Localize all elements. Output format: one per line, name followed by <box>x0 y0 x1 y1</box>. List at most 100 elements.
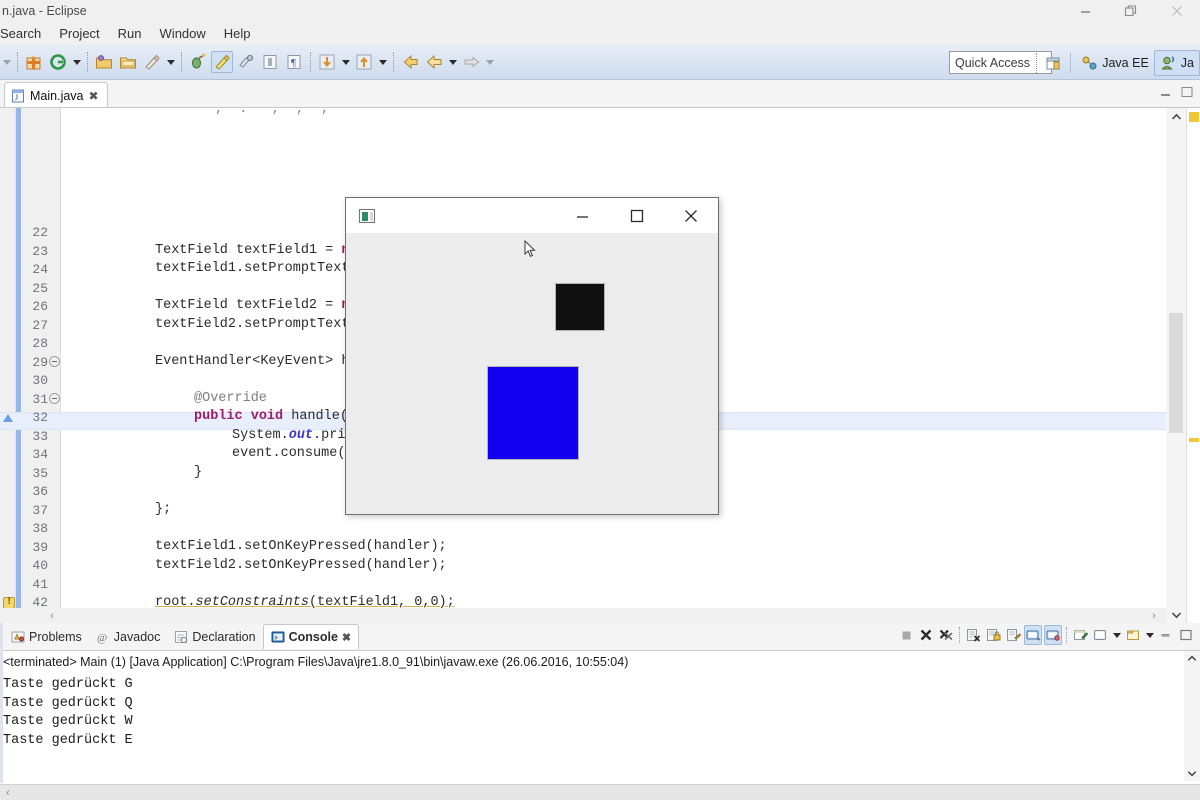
javafx-close-button[interactable] <box>664 198 718 233</box>
menu-item-project[interactable]: Project <box>50 24 108 43</box>
open-console-dropdown-arrow[interactable] <box>1143 625 1156 645</box>
clear-console-icon[interactable] <box>964 625 982 645</box>
tab-problems[interactable]: Problems <box>4 624 89 649</box>
editor-marker-column[interactable] <box>0 108 16 623</box>
next-annotation-icon[interactable] <box>316 51 338 73</box>
fold-marker-icon[interactable] <box>49 356 60 367</box>
scroll-left-icon[interactable]: ‹ <box>44 608 60 623</box>
run-icon[interactable] <box>211 51 233 73</box>
toolbar-overflow-arrow-right[interactable] <box>483 51 496 73</box>
editor-overview-ruler[interactable] <box>1186 108 1200 623</box>
eclipse-window: n.java - Eclipse Search Project Run Wind… <box>0 0 1200 800</box>
terminate-icon[interactable] <box>897 625 915 645</box>
remove-launch-icon[interactable] <box>917 625 935 645</box>
open-console-dropdown-icon[interactable] <box>1124 625 1142 645</box>
code-line: @Override <box>194 391 267 406</box>
pin-console-icon[interactable] <box>1004 625 1022 645</box>
scroll-lock-icon[interactable] <box>984 625 1002 645</box>
quickfix-marker-icon[interactable] <box>3 414 13 422</box>
javafx-minimize-button[interactable] <box>556 198 610 233</box>
perspective-java[interactable]: Ja <box>1153 50 1200 76</box>
scroll-down-icon[interactable] <box>1166 606 1186 623</box>
code-line: textField1.setOnKeyPressed(handler); <box>155 539 447 554</box>
code-line: } <box>194 465 203 480</box>
console-output-line: Taste gedrückt E <box>3 733 133 748</box>
back-dropdown-arrow[interactable] <box>446 51 459 73</box>
line-number: 32 <box>32 410 48 425</box>
menu-item-help[interactable]: Help <box>215 24 260 43</box>
javafx-text-field-1[interactable] <box>555 283 605 331</box>
save-all-icon[interactable] <box>117 51 139 73</box>
quick-fix-icon[interactable] <box>141 51 163 73</box>
back-icon[interactable] <box>399 51 421 73</box>
javafx-window-title-bar[interactable] <box>346 198 718 233</box>
editor-vertical-scrollbar[interactable] <box>1166 108 1186 623</box>
code-line-partial-top: , . , , ; <box>215 108 329 117</box>
new-wizard-icon[interactable] <box>23 51 45 73</box>
overview-warning-marker[interactable] <box>1189 112 1199 122</box>
code-line: textField2.setOnKeyPressed(handler); <box>155 558 447 573</box>
close-button[interactable] <box>1154 0 1200 22</box>
minimize-button[interactable] <box>1062 0 1108 22</box>
previous-annotation-dropdown-arrow[interactable] <box>376 51 389 73</box>
restore-button[interactable] <box>1108 0 1154 22</box>
run-external-tools-icon[interactable] <box>235 51 257 73</box>
debug-icon[interactable] <box>187 51 209 73</box>
java-file-icon: J <box>12 89 24 102</box>
scroll-up-icon[interactable] <box>1166 108 1186 125</box>
forward-nav-icon[interactable] <box>460 51 482 73</box>
menu-item-run[interactable]: Run <box>109 24 151 43</box>
save-icon[interactable] <box>93 51 115 73</box>
console-horizontal-scrollbar[interactable]: ‹ <box>0 784 1200 800</box>
editor-tab-strip: J Main.java ✖ <box>0 80 1200 108</box>
tab-javadoc[interactable]: @ Javadoc <box>89 624 168 649</box>
console-view-menu-arrow[interactable] <box>1110 625 1123 645</box>
overview-warning-marker[interactable] <box>1189 438 1199 442</box>
editor-tab-main-java[interactable]: J Main.java ✖ <box>4 82 108 108</box>
console-scroll-left-icon[interactable]: ‹ <box>6 785 10 800</box>
scroll-right-icon[interactable]: › <box>1146 608 1162 623</box>
show-whitespace-icon[interactable]: ¶ <box>283 51 305 73</box>
java-ee-perspective-icon <box>1082 56 1097 70</box>
toolbar-separator <box>87 52 88 72</box>
console-output-line: Taste gedrückt W <box>3 714 133 729</box>
console-view-menu-icon[interactable] <box>1091 625 1109 645</box>
remove-all-terminated-icon[interactable] <box>937 625 955 645</box>
tab-declaration[interactable]: Declaration <box>167 624 262 649</box>
line-number: 29 <box>32 355 48 370</box>
open-console-icon[interactable] <box>1044 625 1062 645</box>
previous-annotation-icon[interactable] <box>353 51 375 73</box>
forward-icon[interactable] <box>423 51 445 73</box>
console-vertical-scrollbar[interactable] <box>1184 651 1200 781</box>
toolbar-overflow-arrow-left[interactable] <box>0 51 13 73</box>
new-java-project-icon[interactable] <box>47 51 69 73</box>
minimize-view-icon[interactable] <box>1159 86 1173 98</box>
editor-scrollbar-thumb[interactable] <box>1169 313 1183 433</box>
perspective-java-ee[interactable]: Java EE <box>1076 50 1154 76</box>
javafx-text-field-2[interactable] <box>487 366 579 460</box>
editor-view-controls <box>1159 86 1194 98</box>
minimize-console-icon[interactable] <box>1157 625 1175 645</box>
fold-marker-icon[interactable] <box>49 393 60 404</box>
code-line: }; <box>155 502 172 517</box>
menu-item-window[interactable]: Window <box>151 24 215 43</box>
console-scroll-up-icon[interactable] <box>1184 651 1200 666</box>
javafx-maximize-button[interactable] <box>610 198 664 233</box>
new-console-view-icon[interactable] <box>1071 625 1089 645</box>
next-annotation-dropdown-arrow[interactable] <box>339 51 352 73</box>
console-scroll-down-icon[interactable] <box>1184 766 1200 781</box>
editor-horizontal-scrollbar[interactable]: ‹ › <box>0 608 1166 623</box>
quick-fix-dropdown-arrow[interactable] <box>164 51 177 73</box>
open-perspective-icon[interactable] <box>1042 52 1064 74</box>
bottom-view-stack: Problems @ Javadoc Declaration Console ✖… <box>0 623 1200 800</box>
maximize-console-icon[interactable] <box>1177 625 1195 645</box>
display-selected-console-icon[interactable] <box>1024 625 1042 645</box>
toggle-breadcrumb-icon[interactable] <box>259 51 281 73</box>
console-output-area[interactable]: <terminated> Main (1) [Java Application]… <box>0 650 1200 800</box>
new-dropdown-arrow[interactable] <box>70 51 83 73</box>
maximize-view-icon[interactable] <box>1180 86 1194 98</box>
tab-console-close-icon[interactable]: ✖ <box>342 631 351 644</box>
menu-item-search[interactable]: Search <box>0 24 50 43</box>
tab-console[interactable]: Console ✖ <box>262 624 360 649</box>
editor-tab-close-icon[interactable]: ✖ <box>89 89 99 103</box>
